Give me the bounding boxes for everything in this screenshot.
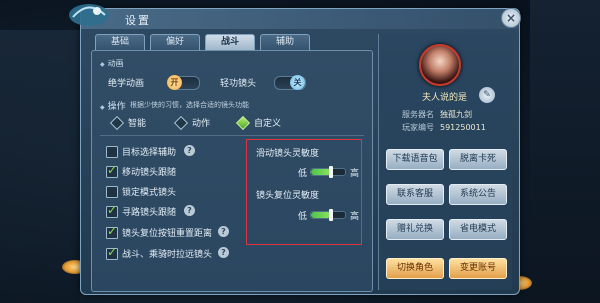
fan-logo-icon (69, 4, 109, 26)
change-account-button[interactable]: 变更账号 (449, 258, 507, 279)
download-voice-button[interactable]: 下载语音包 (386, 149, 444, 170)
combat-settings-content: 动画 绝学动画 开 轻功镜头 关 操作 根据少侠的习惯，选择合适的镜头功能 智能… (91, 50, 373, 292)
announcement-button[interactable]: 系统公告 (449, 184, 507, 205)
help-icon[interactable]: ? (218, 226, 229, 237)
unstuck-button[interactable]: 脱离卡死 (449, 149, 507, 170)
radio-action[interactable] (173, 115, 189, 131)
tab-preference[interactable]: 偏好 (150, 34, 200, 51)
checkmark-icon: ✓ (107, 245, 118, 259)
help-icon[interactable]: ? (184, 145, 195, 156)
reset-sensitivity-label: 镜头复位灵敏度 (256, 191, 320, 201)
power-save-button[interactable]: 省电模式 (449, 219, 507, 240)
checkmark-icon: ✓ (107, 224, 118, 238)
server-key: 服务器名 (402, 110, 434, 119)
checkbox-combat-zoom-label: 战斗、乘骑时拉远镜头 (122, 250, 213, 260)
settings-panel: 设置 × 基础 偏好 战斗 辅助 动画 绝学动画 开 轻功镜头 关 操作 根据少… (69, 4, 521, 295)
radio-custom[interactable] (235, 115, 251, 131)
slider-high-label: 高 (350, 169, 360, 179)
slider-high-label: 高 (350, 212, 360, 222)
slider-handle[interactable] (329, 166, 334, 178)
section-operation-label: 操作 (100, 99, 126, 112)
checkbox-path-follow[interactable]: ✓ (106, 203, 118, 218)
section-animation-label: 动画 (100, 58, 124, 69)
checkbox-lock-mode[interactable] (106, 186, 118, 198)
checkbox-target-assist-label: 目标选择辅助 (122, 148, 177, 158)
avatar[interactable] (419, 44, 461, 86)
light-camera-toggle[interactable]: 关 (274, 75, 306, 90)
light-camera-label: 轻功镜头 (220, 79, 257, 89)
checkbox-combat-zoom[interactable]: ✓ (106, 245, 118, 260)
profile-panel: 夫人说的是 ✎ 服务器名 独孤九剑 玩家编号 591250011 下载语音包 脱离卡… (378, 34, 512, 290)
divider (100, 135, 364, 136)
title-bar: 设置 (69, 4, 519, 29)
checkbox-reset-distance[interactable]: ✓ (106, 224, 118, 239)
contact-support-button[interactable]: 联系客服 (386, 184, 444, 205)
reset-sensitivity-slider[interactable] (310, 209, 346, 221)
close-button[interactable]: × (501, 8, 521, 28)
checkbox-path-follow-label: 寻路镜头跟随 (122, 208, 177, 218)
unique-animation-label: 绝学动画 (108, 79, 145, 89)
checkbox-move-follow[interactable]: ✓ (106, 163, 118, 178)
tab-basic[interactable]: 基础 (95, 34, 145, 51)
slide-sensitivity-label: 滑动镜头灵敏度 (256, 149, 320, 159)
unique-animation-toggle[interactable]: 开 (167, 75, 200, 90)
toggle-knob: 开 (167, 75, 182, 90)
slider-fill (311, 169, 332, 175)
tab-assist[interactable]: 辅助 (260, 34, 310, 51)
radio-smart-label: 智能 (128, 119, 147, 129)
server-value: 独孤九剑 (440, 110, 472, 119)
tab-combat[interactable]: 战斗 (205, 34, 255, 51)
radio-action-label: 动作 (192, 119, 211, 129)
server-info: 服务器名 独孤九剑 (402, 109, 472, 120)
close-icon: × (505, 11, 517, 25)
help-icon[interactable]: ? (184, 205, 195, 216)
slider-handle[interactable] (329, 209, 334, 221)
window-title: 设置 (125, 14, 151, 27)
slider-fill (311, 212, 332, 218)
pen-icon[interactable]: ✎ (479, 87, 495, 103)
slider-low-label: 低 (298, 212, 308, 222)
player-id-value: 591250011 (440, 123, 486, 132)
checkmark-icon: ✓ (107, 163, 118, 177)
player-id-info: 玩家编号 591250011 (402, 122, 486, 133)
player-name: 夫人说的是 (422, 93, 468, 103)
operation-hint: 根据少侠的习惯，选择合适的镜头功能 (130, 101, 249, 109)
checkbox-lock-mode-label: 锁定模式镜头 (122, 188, 177, 198)
radio-smart[interactable] (109, 115, 125, 131)
switch-role-button[interactable]: 切换角色 (386, 258, 444, 279)
checkbox-reset-distance-label: 镜头复位按钮重置距离 (122, 229, 213, 239)
background-right-scenery (530, 0, 600, 303)
gift-redeem-button[interactable]: 赠礼兑换 (386, 219, 444, 240)
checkbox-move-follow-label: 移动镜头跟随 (122, 168, 177, 178)
toggle-knob: 关 (290, 75, 305, 90)
slider-low-label: 低 (298, 169, 308, 179)
player-id-key: 玩家编号 (402, 123, 434, 132)
help-icon[interactable]: ? (218, 247, 229, 258)
settings-left-area: 基础 偏好 战斗 辅助 动画 绝学动画 开 轻功镜头 关 操作 根据少侠的习惯，… (87, 34, 377, 292)
slide-sensitivity-slider[interactable] (310, 166, 346, 178)
checkmark-icon: ✓ (107, 203, 118, 217)
checkbox-target-assist[interactable] (106, 146, 118, 158)
radio-custom-label: 自定义 (254, 119, 282, 129)
